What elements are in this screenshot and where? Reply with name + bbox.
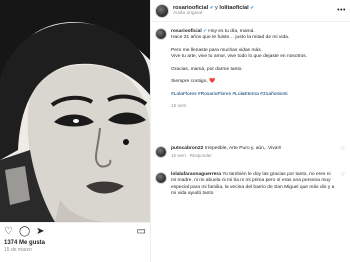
post-photo[interactable]: ♡ ◯ ➤ ▭ 1374 Me gusta 15 de marzo [0,0,150,262]
comment-item: putocabron22 Irrepetible, Arte Puro y, a… [155,146,345,160]
more-options-icon[interactable]: ••• [337,7,346,14]
likes-count[interactable]: 1374 Me gusta [4,240,146,246]
hashtags[interactable]: #LolaFlores #RosarioFlores #LolaEterna #… [171,92,343,98]
avatar[interactable] [155,146,167,158]
caption-username[interactable]: rosariooficial [171,29,202,34]
verified-badge-icon: ✔ [203,28,207,33]
comment-meta[interactable]: 15 sem · Responder [171,153,336,159]
caption-line-3: Pero me llenaste para muchas vidas más. [171,47,263,53]
comment-like-icon[interactable]: ♡ [340,146,345,160]
caption-line-2: Hace 31 años que te fuiste… justo la mit… [171,35,290,41]
caption-line-6: Siempre contigo, [171,79,208,85]
post-caption: rosariooficial ✔ Hoy es tu día, mamá. Ha… [155,28,345,109]
avatar[interactable] [155,3,169,18]
post-footer: ♡ ◯ ➤ ▭ 1374 Me gusta 15 de marzo [0,222,150,262]
post-details-panel: rosariooficial ✔ y lolitaoficial ✔ Audio… [150,0,350,262]
comment-item: lolalafaraonaguerrera Yo también le doy … [155,172,345,197]
audio-label[interactable]: Audio original [173,11,254,16]
caption-line-4: Vive tu arte, vive tu amor, vive todo lo… [171,54,308,60]
avatar[interactable] [155,28,167,40]
heart-emoji: ❤️ [209,79,216,85]
bookmark-icon[interactable]: ▭ [137,226,146,238]
portrait-image [0,0,150,222]
caption-meta: 15 sem [171,102,187,108]
caption-line-1: Hoy es tu día, mamá. [208,29,255,34]
avatar[interactable] [155,172,167,184]
verified-badge-icon: ✔ [250,5,254,10]
comment-text: Irrepetible, Arte Puro y, aún,. Viva!!! [204,146,282,151]
like-heart-icon[interactable]: ♡ [4,226,13,238]
post-header: rosariooficial ✔ y lolitaoficial ✔ Audio… [151,0,350,22]
share-icon[interactable]: ➤ [36,226,44,238]
post-date: 15 de marzo [4,247,32,253]
comment-icon[interactable]: ◯ [19,226,30,238]
comment-username[interactable]: putocabron22 [171,146,203,151]
comment-like-icon[interactable]: ♡ [340,172,345,197]
verified-badge-icon: ✔ [209,5,214,10]
comment-username[interactable]: lolalafaraonaguerrera [171,172,221,177]
caption-line-5: Gracias, mamá, por darme tanto. [171,66,243,72]
